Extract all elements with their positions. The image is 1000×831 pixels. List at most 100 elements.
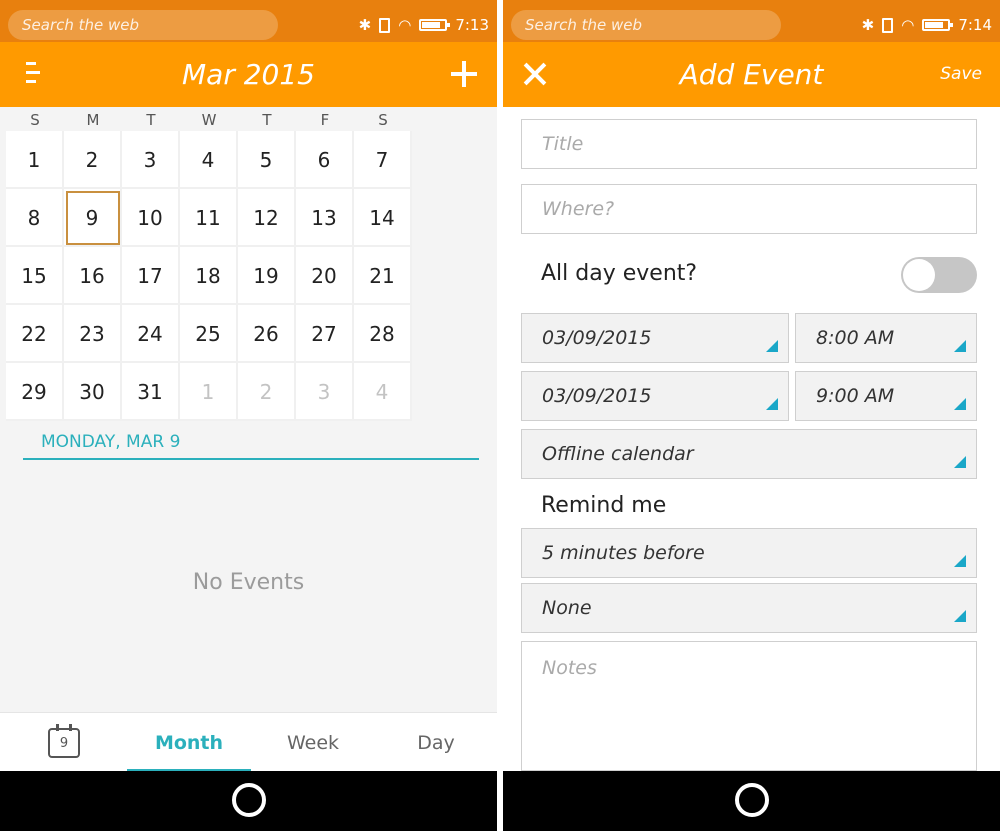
status-icons: ✱ ◠ 7:14	[862, 10, 992, 40]
calendar-day[interactable]: 30	[64, 363, 122, 421]
status-bar: Search the web ✱ ◠ 7:13	[0, 0, 497, 42]
sim-icon	[882, 17, 894, 33]
reminder-select-2[interactable]: None	[521, 583, 977, 633]
save-button[interactable]: Save	[940, 42, 982, 107]
calendar-day[interactable]: 27	[296, 305, 354, 363]
tab-day[interactable]: Day	[375, 713, 497, 773]
calendar-day[interactable]: 29	[6, 363, 64, 421]
dropdown-triangle-icon	[954, 398, 966, 410]
calendar-day[interactable]: 21	[354, 247, 412, 305]
app-header: Mar 2015	[0, 42, 497, 107]
weekday-header: SMTWTFS	[6, 107, 412, 133]
reminder-2-value: None	[542, 597, 592, 619]
weekday-label: W	[201, 111, 217, 129]
end-date-select[interactable]: 03/09/2015	[521, 371, 789, 421]
event-form: Title Where? All day event? 03/09/2015 8…	[503, 107, 1000, 771]
calendar-day[interactable]: 20	[296, 247, 354, 305]
calendar-day-selected[interactable]: 9	[64, 189, 122, 247]
start-date-select[interactable]: 03/09/2015	[521, 313, 789, 363]
calendar-day[interactable]: 28	[354, 305, 412, 363]
calendar-day[interactable]: 18	[180, 247, 238, 305]
calendar-day[interactable]: 2	[64, 131, 122, 189]
calendar-day[interactable]: 1	[6, 131, 64, 189]
calendar-day[interactable]: 31	[122, 363, 180, 421]
where-input[interactable]: Where?	[521, 184, 977, 234]
remind-me-label: Remind me	[541, 493, 667, 518]
sim-icon	[379, 17, 391, 33]
dropdown-triangle-icon	[766, 340, 778, 352]
calendar-day[interactable]: 12	[238, 189, 296, 247]
calendar-day[interactable]: 8	[6, 189, 64, 247]
calendar-day[interactable]: 13	[296, 189, 354, 247]
dropdown-triangle-icon	[766, 398, 778, 410]
calendar-day[interactable]: 4	[180, 131, 238, 189]
add-event-screen: Search the web ✱ ◠ 7:14 Add Event Save T…	[503, 0, 1000, 831]
all-day-label: All day event?	[541, 261, 698, 286]
status-bar: Search the web ✱ ◠ 7:14	[503, 0, 1000, 42]
weekday-label: S	[378, 111, 388, 129]
calendar-day[interactable]: 23	[64, 305, 122, 363]
end-time-value: 9:00 AM	[816, 385, 895, 407]
toggle-knob	[903, 259, 935, 291]
calendar-day[interactable]: 7	[354, 131, 412, 189]
selected-day-heading: MONDAY, MAR 9	[23, 428, 479, 460]
calendar-value: Offline calendar	[542, 443, 694, 465]
add-event-icon[interactable]	[451, 61, 477, 87]
dropdown-triangle-icon	[954, 456, 966, 468]
calendar-day[interactable]: 24	[122, 305, 180, 363]
calendar-day[interactable]: 15	[6, 247, 64, 305]
clock-time: 7:13	[455, 16, 489, 34]
battery-icon	[419, 19, 451, 31]
wifi-icon: ◠	[398, 16, 412, 34]
calendar-month-screen: Search the web ✱ ◠ 7:13 Mar 2015 S M T W T F S…	[0, 0, 497, 831]
all-day-toggle[interactable]	[901, 257, 977, 293]
system-nav-bar	[0, 771, 497, 831]
calendar-day[interactable]: 1	[180, 363, 238, 421]
dropdown-triangle-icon	[954, 610, 966, 622]
calendar-day[interactable]: 4	[354, 363, 412, 421]
end-time-select[interactable]: 9:00 AM	[795, 371, 977, 421]
end-date-value: 03/09/2015	[542, 385, 652, 407]
calendar-day[interactable]: 17	[122, 247, 180, 305]
reminder-select-1[interactable]: 5 minutes before	[521, 528, 977, 578]
calendar-select[interactable]: Offline calendar	[521, 429, 977, 479]
weekday-label: M	[86, 111, 100, 129]
title-input[interactable]: Title	[521, 119, 977, 169]
calendar-day[interactable]: 6	[296, 131, 354, 189]
calendar-day[interactable]: 26	[238, 305, 296, 363]
start-time-value: 8:00 AM	[816, 327, 895, 349]
clock-time: 7:14	[958, 16, 992, 34]
app-header: Add Event Save	[503, 42, 1000, 107]
search-web-input[interactable]: Search the web	[8, 10, 278, 40]
no-events-message: No Events	[192, 570, 305, 595]
dropdown-triangle-icon	[954, 340, 966, 352]
calendar-day[interactable]: 14	[354, 189, 412, 247]
month-title: Mar 2015	[182, 58, 315, 91]
notes-textarea[interactable]: Notes	[521, 641, 977, 771]
tab-week[interactable]: Week	[251, 713, 375, 773]
weekday-label: T	[146, 111, 156, 129]
calendar-day[interactable]: 16	[64, 247, 122, 305]
calendar-day[interactable]: 22	[6, 305, 64, 363]
add-event-title: Add Event	[679, 58, 824, 91]
calendar-day[interactable]: 2	[238, 363, 296, 421]
tab-month[interactable]: Month	[127, 713, 251, 773]
start-time-select[interactable]: 8:00 AM	[795, 313, 977, 363]
system-nav-bar	[503, 771, 1000, 831]
calendar-day[interactable]: 10	[122, 189, 180, 247]
home-button[interactable]	[231, 783, 266, 817]
bluetooth-icon: ✱	[358, 16, 372, 34]
battery-icon	[922, 19, 954, 31]
calendar-day[interactable]: 3	[296, 363, 354, 421]
weekday-label: T	[262, 111, 272, 129]
calendar-day[interactable]: 25	[180, 305, 238, 363]
wifi-icon: ◠	[901, 16, 915, 34]
search-web-input[interactable]: Search the web	[511, 10, 781, 40]
tab-today[interactable]: 9	[0, 713, 127, 773]
weekday-label: F	[320, 111, 330, 129]
calendar-day[interactable]: 3	[122, 131, 180, 189]
calendar-day[interactable]: 11	[180, 189, 238, 247]
calendar-day[interactable]: 19	[238, 247, 296, 305]
calendar-day[interactable]: 5	[238, 131, 296, 189]
home-button[interactable]	[734, 783, 769, 817]
